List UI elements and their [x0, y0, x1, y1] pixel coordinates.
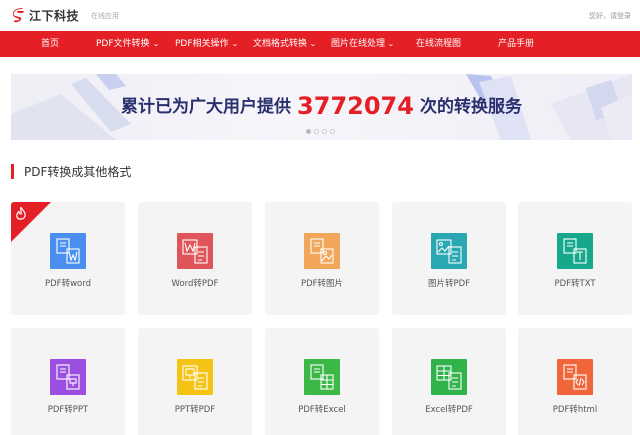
tool-card-ppt-to-pdf[interactable]: PPT转PDF: [138, 328, 252, 435]
pdf-to-ppt-icon: [50, 359, 86, 395]
logo-icon: [13, 7, 24, 22]
site-subtitle: 在线应用: [91, 12, 119, 20]
nav-item-label: 文档格式转换: [253, 39, 308, 49]
nav-item-label: 图片在线处理: [331, 39, 386, 49]
nav-item-image-tools[interactable]: 图片在线处理 ⌄: [331, 31, 395, 57]
tool-label: Excel转PDF: [425, 405, 473, 415]
brand-name: 江下科技: [29, 9, 80, 23]
login-link[interactable]: 您好，请登录: [589, 11, 631, 21]
nav-item-pdf-ops[interactable]: PDF相关操作 ⌄: [175, 31, 239, 57]
tool-label: PDF转TXT: [554, 279, 596, 289]
section-header: PDF转换成其他格式: [11, 162, 131, 180]
nav-item-label: 产品手册: [498, 39, 535, 49]
section-accent-bar: [11, 163, 14, 179]
nav-item-manual[interactable]: 产品手册: [498, 31, 534, 57]
nav-item-label: 首页: [41, 39, 60, 49]
tool-card-word-to-pdf[interactable]: Word转PDF: [138, 202, 252, 315]
tool-label: 图片转PDF: [427, 279, 471, 289]
carousel-dot[interactable]: [306, 129, 311, 134]
nav-item-pdf-convert[interactable]: PDF文件转换 ⌄: [96, 31, 160, 57]
chevron-down-icon: ⌄: [230, 40, 239, 48]
carousel-dots: [306, 129, 335, 134]
tool-card-pdf-to-txt[interactable]: PDF转TXT: [518, 202, 632, 315]
banner-suffix: 次的转换服务: [419, 97, 522, 117]
tool-label: PDF转html: [552, 405, 598, 415]
banner-headline: 累计已为广大用户提供 3772074 次的转换服务: [11, 92, 632, 120]
pdf-to-html-icon: [557, 359, 593, 395]
conversion-count: 3772074: [297, 92, 414, 120]
banner-prefix: 累计已为广大用户提供: [121, 97, 292, 117]
carousel-dot[interactable]: [322, 129, 327, 134]
tool-label: PDF转PPT: [47, 405, 89, 415]
chevron-down-icon: ⌄: [387, 40, 395, 48]
tool-label: PPT转PDF: [174, 405, 216, 415]
ppt-to-pdf-icon: [177, 359, 213, 395]
main-nav: 首页 PDF文件转换 ⌄ PDF相关操作 ⌄ 文档格式转换 ⌄ 图片在线处理 ⌄ 在线流…: [0, 31, 640, 57]
tool-label: PDF转word: [45, 279, 91, 289]
image-to-pdf-icon: [431, 233, 467, 269]
tool-card-excel-to-pdf[interactable]: Excel转PDF: [392, 328, 506, 435]
tool-card-pdf-to-word[interactable]: PDF转word: [11, 202, 125, 315]
nav-item-label: PDF文件转换: [96, 39, 150, 49]
pdf-to-image-icon: [304, 233, 340, 269]
excel-to-pdf-icon: [431, 359, 467, 395]
nav-item-home[interactable]: 首页: [41, 31, 59, 57]
tool-card-pdf-to-html[interactable]: PDF转html: [518, 328, 632, 435]
word-to-pdf-icon: [177, 233, 213, 269]
nav-item-doc-convert[interactable]: 文档格式转换 ⌄: [253, 31, 317, 57]
tool-label: Word转PDF: [171, 279, 219, 289]
tool-card-pdf-to-excel[interactable]: PDF转Excel: [265, 328, 379, 435]
section-title: PDF转换成其他格式: [24, 164, 132, 179]
pdf-to-txt-icon: [557, 233, 593, 269]
nav-item-flowchart[interactable]: 在线流程图: [416, 31, 461, 57]
tool-label: PDF转Excel: [298, 405, 346, 415]
top-bar: 江下科技 在线应用 您好，请登录: [0, 0, 640, 31]
chevron-down-icon: ⌄: [151, 40, 160, 48]
nav-item-label: 在线流程图: [416, 39, 462, 49]
tool-card-pdf-to-ppt[interactable]: PDF转PPT: [11, 328, 125, 435]
carousel-dot[interactable]: [314, 129, 319, 134]
logo[interactable]: 江下科技: [12, 7, 79, 24]
carousel-dot[interactable]: [330, 129, 335, 134]
tool-card-image-to-pdf[interactable]: 图片转PDF: [392, 202, 506, 315]
chevron-down-icon: ⌄: [309, 40, 317, 48]
pdf-to-word-icon: [50, 233, 86, 269]
pdf-to-excel-icon: [304, 359, 340, 395]
flame-icon: [16, 207, 26, 220]
tool-label: PDF转图片: [300, 279, 344, 289]
tool-card-pdf-to-image[interactable]: PDF转图片: [265, 202, 379, 315]
nav-item-label: PDF相关操作: [175, 39, 229, 49]
